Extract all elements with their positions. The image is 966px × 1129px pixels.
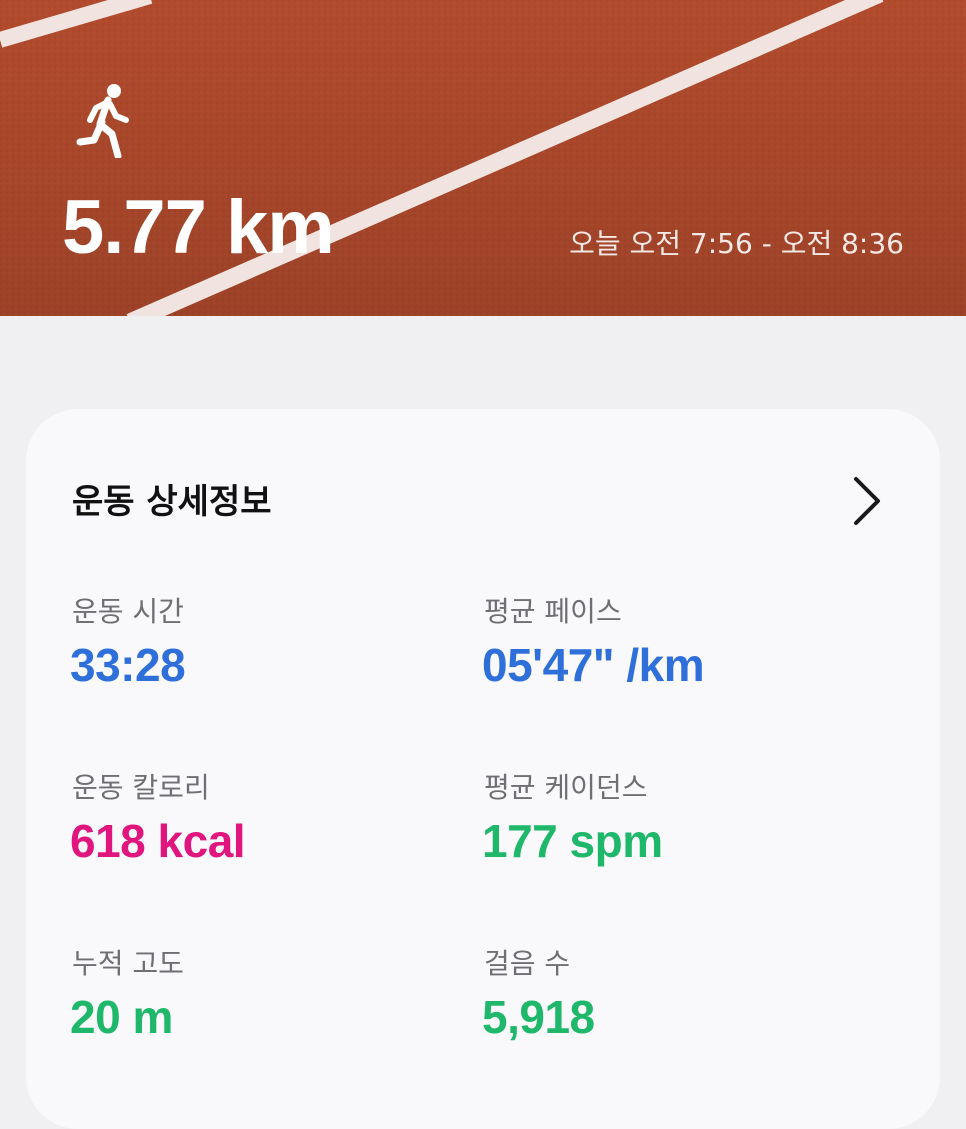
card-title: 운동 상세정보 [72,482,272,522]
header-banner: 5.77 km 오늘 오전 7:56 - 오전 8:36 [0,0,966,316]
distance-value: 5.77 km [62,185,335,270]
stat-value-average-cadence: 177 spm [482,815,663,867]
running-person-icon [76,84,129,158]
stat-label-average-pace: 평균 페이스 [484,595,622,628]
workout-details-card[interactable]: 운동 상세정보 운동 시간 33:28 평균 페이스 05'47" /km 운동… [26,409,940,1129]
workout-time-range: 오늘 오전 7:56 - 오전 8:36 [569,227,904,260]
stat-value-average-pace: 05'47" /km [482,639,705,691]
stat-label-average-cadence: 평균 케이던스 [484,771,648,804]
stat-value-step-count: 5,918 [482,991,595,1043]
stat-label-workout-time: 운동 시간 [72,595,184,628]
chevron-right-icon[interactable] [850,475,884,527]
stat-value-elevation-gain: 20 m [70,991,173,1043]
stat-value-calories: 618 kcal [70,815,246,867]
stat-value-workout-time: 33:28 [70,639,186,691]
stat-label-step-count: 걸음 수 [484,947,571,980]
stat-label-calories: 운동 칼로리 [72,771,210,804]
stat-label-elevation-gain: 누적 고도 [72,947,184,980]
